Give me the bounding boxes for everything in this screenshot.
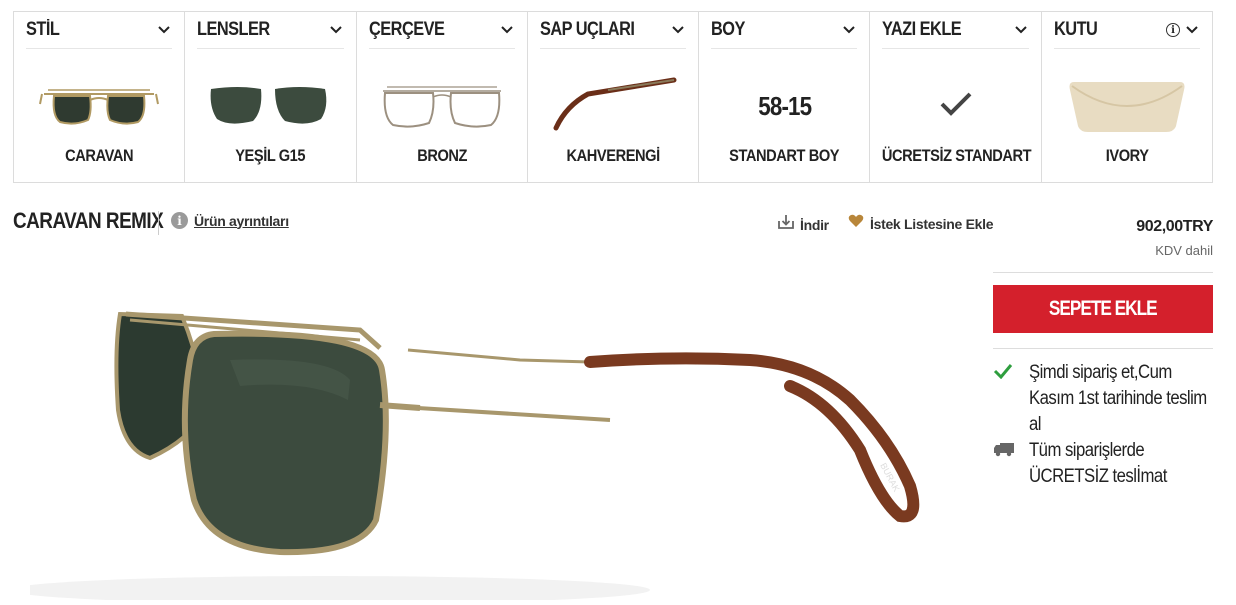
size-measurement: 58-15 xyxy=(757,90,812,121)
shipping-estimate-text: Şimdi sipariş et,Cum Kasım 1st tarihinde… xyxy=(1029,362,1207,435)
download-icon xyxy=(778,214,794,235)
temple-tip-thumbnail xyxy=(528,68,698,144)
config-frame-title: ÇERÇEVE xyxy=(368,19,445,40)
config-style-value: CARAVAN xyxy=(65,146,134,165)
config-lenses-value: YEŞİL G15 xyxy=(235,146,306,165)
frame-thumbnail xyxy=(357,68,527,144)
chevron-down-icon[interactable] xyxy=(843,25,857,35)
check-icon xyxy=(993,360,1015,438)
chevron-down-icon[interactable] xyxy=(158,25,172,35)
config-frame[interactable]: ÇERÇEVE BRONZ xyxy=(357,12,528,182)
config-frame-value: BRONZ xyxy=(416,146,467,165)
product-details-label: Ürün ayrıntıları xyxy=(194,212,289,229)
add-to-cart-label: SEPETE EKLE xyxy=(1049,297,1158,320)
divider xyxy=(993,348,1213,349)
chevron-down-icon[interactable] xyxy=(501,25,515,35)
free-shipping-row: Tüm siparişlerde ÜCRETSİZ teslİmat xyxy=(993,438,1236,490)
config-lenses-title: LENSLER xyxy=(197,19,270,40)
config-engraving-value: ÜCRETSİZ STANDART xyxy=(882,146,1032,165)
config-case[interactable]: KUTU i IVORY xyxy=(1042,12,1212,182)
product-price: 902,00TRY xyxy=(1136,218,1213,235)
config-engraving[interactable]: YAZI EKLE ÜCRETSİZ STANDART xyxy=(870,12,1042,182)
config-size[interactable]: BOY 58-15 STANDART BOY xyxy=(699,12,871,182)
check-icon xyxy=(938,90,974,123)
engraving-display xyxy=(870,68,1040,144)
title-divider xyxy=(158,211,159,235)
product-details-link[interactable]: i Ürün ayrıntıları xyxy=(171,212,289,229)
chevron-down-icon[interactable] xyxy=(329,25,344,35)
product-title: CARAVAN REMIX xyxy=(13,208,164,233)
truck-icon xyxy=(993,438,1015,490)
chevron-down-icon[interactable] xyxy=(1186,25,1200,35)
config-style-title: STİL xyxy=(26,19,60,40)
config-lenses[interactable]: LENSLER YEŞİL G15 xyxy=(185,12,357,182)
free-shipping-text: Tüm siparişlerde ÜCRETSİZ teslİmat xyxy=(1029,440,1167,487)
divider xyxy=(993,272,1213,273)
lens-thumbnail xyxy=(185,68,355,144)
config-case-title: KUTU xyxy=(1053,19,1098,40)
download-button[interactable]: İndir xyxy=(778,214,829,235)
product-hero-image: BURAK xyxy=(10,290,950,604)
config-temple-tips-title: SAP UÇLARI xyxy=(539,19,635,40)
wishlist-button[interactable]: İstek Listesine Ekle xyxy=(848,214,993,233)
size-display: 58-15 xyxy=(699,68,869,144)
wishlist-label: İstek Listesine Ekle xyxy=(870,215,994,232)
config-case-value: IVORY xyxy=(1105,146,1149,165)
config-size-value: STANDART BOY xyxy=(729,146,840,165)
config-size-title: BOY xyxy=(711,19,745,40)
info-icon: i xyxy=(171,212,188,229)
shipping-estimate-row: Şimdi sipariş et,Cum Kasım 1st tarihinde… xyxy=(993,360,1236,438)
info-icon[interactable]: i xyxy=(1165,23,1180,37)
heart-icon xyxy=(848,214,864,233)
chevron-down-icon[interactable] xyxy=(1014,25,1029,35)
configurator-bar: STİL CARAVAN LENSLER YEŞİL G15 ÇERÇEVE B… xyxy=(13,11,1213,183)
style-thumbnail xyxy=(14,68,184,144)
config-temple-tips-value: KAHVERENGİ xyxy=(566,146,660,165)
chevron-down-icon[interactable] xyxy=(672,25,686,35)
config-style[interactable]: STİL CARAVAN xyxy=(14,12,186,182)
config-temple-tips[interactable]: SAP UÇLARI KAHVERENGİ xyxy=(528,12,700,182)
download-label: İndir xyxy=(800,216,829,233)
config-engraving-title: YAZI EKLE xyxy=(882,19,962,40)
case-thumbnail xyxy=(1042,68,1212,144)
tax-note: KDV dahil xyxy=(1155,243,1213,258)
add-to-cart-button[interactable]: SEPETE EKLE xyxy=(993,285,1213,333)
